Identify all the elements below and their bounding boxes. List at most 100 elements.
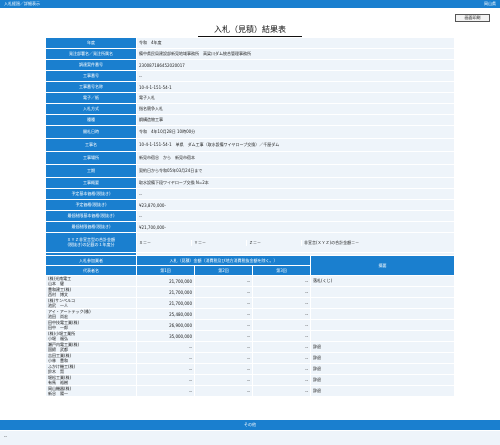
- info-row: 予定価格(税抜き) ¥23,870,000-: [45, 199, 455, 211]
- info-value: 令和 4年10月28日 10時00分: [136, 125, 455, 139]
- score-row: ＸＹＺ非宣言型の合計金額 (税抜き)の記載の１年度分 Ｘ＝－ Ｙ＝－ Ｚ＝－ 非…: [45, 232, 455, 253]
- bidder-row: (株)光南電工 山本 健 21,700,000 -- -- 落札(くじ): [45, 275, 456, 287]
- info-value: --: [136, 70, 455, 82]
- info-value: 10-4-1-151-54-1: [136, 81, 455, 93]
- bidder-row: 岡山機器(株) 新谷 陽一 -- -- -- 辞退: [45, 385, 456, 397]
- print-screen-button[interactable]: 画面印刷: [455, 14, 490, 22]
- bid-round1: --: [136, 363, 195, 375]
- bidder-name: (株)光南電工 山本 健: [45, 275, 137, 287]
- bid-round3: --: [251, 374, 312, 386]
- bid-round3: --: [251, 330, 312, 342]
- info-row: 工期 契約日から令和05年03月24日まで: [45, 164, 455, 178]
- round1-header: 第1回: [136, 265, 195, 276]
- info-label: 工事名: [45, 138, 137, 152]
- info-label: 工期: [45, 164, 137, 178]
- other-value: --: [0, 431, 500, 445]
- bid-round3: --: [251, 363, 312, 375]
- info-label: 最低制限基本価格(税抜き): [45, 210, 137, 222]
- bidder-name: 岡山機器(株) 新谷 陽一: [45, 385, 137, 397]
- score-y: Ｙ＝－: [191, 239, 246, 246]
- info-value: 新見市宿谷 から 新見市宿本: [136, 151, 455, 165]
- bidder-row: 堀松工業(株) 有馬 裕樹 -- -- -- 辞退: [45, 374, 456, 386]
- round3-header: 第3回: [251, 265, 312, 276]
- info-value: 指名競争入札: [136, 103, 455, 115]
- info-row: 工事番号 --: [45, 70, 455, 82]
- bid-round1: --: [136, 352, 195, 364]
- info-row: 入札方式 指名競争入札: [45, 103, 455, 115]
- info-value: 取水設備下段ワイヤロープ交換 N=2本: [136, 177, 455, 189]
- bid-round1: --: [136, 385, 195, 397]
- bidder-row: アイ・アートテック(株) 池田 尚宏 25,480,000 -- --: [45, 308, 456, 320]
- bidders-group-header: 入札参加業者: [45, 255, 137, 266]
- bid-note: [310, 308, 456, 320]
- bidders-table: 入札参加業者 入札（見積）金額（消費税及び地方消費税抜金額を除く。） 摘要 代表…: [45, 255, 456, 397]
- bidder-name: アイ・アートテック(株) 池田 尚宏: [45, 308, 137, 320]
- bid-round2: --: [194, 319, 253, 331]
- bidder-row: 吉田工業(株) 小林 豊和 -- -- -- 辞退: [45, 352, 456, 364]
- bid-info-table: 年度 令和 4年度 発注部署名／発注所属名 備中県民局建設部新見地域事務所 高梁川ダム…: [45, 37, 455, 264]
- info-row: 予定基本価格(税抜き) --: [45, 188, 455, 200]
- bid-round1: 21,700,000: [136, 286, 195, 298]
- bidder-name: (株)サンペルコ 池尻 一人: [45, 297, 137, 309]
- bid-round2: --: [194, 286, 253, 298]
- bid-note: 辞退: [310, 352, 456, 364]
- amount-group-header: 入札（見積）金額（消費税及び地方消費税抜金額を除く。）: [135, 255, 312, 266]
- bidder-row: (株)小堀工業所 小堀 福弘 35,000,000 -- --: [45, 330, 456, 342]
- bid-round3: --: [251, 319, 312, 331]
- bid-round1: --: [136, 374, 195, 386]
- score-values: Ｘ＝－ Ｙ＝－ Ｚ＝－ 非宣言(ＸＹＺ)の合計金額＝－: [136, 232, 455, 253]
- info-row: 最低制限基本価格(税抜き) --: [45, 210, 455, 222]
- info-row: 開札日時 令和 4年10月28日 10時00分: [45, 125, 455, 139]
- bid-round2: --: [194, 341, 253, 353]
- score-x: Ｘ＝－: [139, 239, 151, 245]
- info-label: 予定価格(税抜き): [45, 199, 137, 211]
- info-value: 令和 4年度: [136, 37, 455, 49]
- round2-header: 第2回: [194, 265, 253, 276]
- info-label: 年度: [45, 37, 137, 49]
- bidder-name: 堀松工業(株) 有馬 裕樹: [45, 374, 137, 386]
- bidders-header-row-1: 入札参加業者 入札（見積）金額（消費税及び地方消費税抜金額を除く。） 摘要: [45, 255, 456, 276]
- bid-note: 落札(くじ): [310, 275, 456, 287]
- info-label: 最低制限価格(税抜き): [45, 221, 137, 233]
- info-value: --: [136, 188, 455, 200]
- info-label: 入札方式: [45, 103, 137, 115]
- bidder-name: 豊和建工(株) 西村 博文: [45, 286, 137, 298]
- bid-round2: --: [194, 363, 253, 375]
- bid-round2: --: [194, 275, 253, 287]
- bid-round1: --: [136, 341, 195, 353]
- info-row: 発注部署名／発注所属名 備中県民局建設部新見地域事務所 高梁川ダム統合管理事務所: [45, 48, 455, 60]
- bid-round2: --: [194, 330, 253, 342]
- bid-round2: --: [194, 352, 253, 364]
- info-row: 調達案件番号 230087186452020017: [45, 59, 455, 71]
- bid-round3: --: [251, 286, 312, 298]
- bid-round3: --: [251, 341, 312, 353]
- info-label: 発注部署名／発注所属名: [45, 48, 137, 60]
- info-value: 契約日から令和05年03月24日まで: [136, 164, 455, 178]
- bid-round3: --: [251, 352, 312, 364]
- bid-round1: 21,700,000: [136, 297, 195, 309]
- prefecture-label: 岡山県: [484, 1, 496, 6]
- bid-note: 辞退: [310, 341, 456, 353]
- info-label: 工事番号: [45, 70, 137, 82]
- bid-round2: --: [194, 308, 253, 320]
- note-header: 摘要: [310, 255, 456, 276]
- info-label: 工事概要: [45, 177, 137, 189]
- bid-note: 辞退: [310, 385, 456, 397]
- info-row: 種種 鋼構造物工事: [45, 114, 455, 126]
- bid-round2: --: [194, 297, 253, 309]
- bid-round1: 26,900,000: [136, 319, 195, 331]
- bidder-row: 田中技電工業(株) 田中 一郎 26,900,000 -- --: [45, 319, 456, 331]
- info-label: 工事番号名称: [45, 81, 137, 93]
- bidder-name: 吉田工業(株) 小林 豊和: [45, 352, 137, 364]
- bid-note: 辞退: [310, 363, 456, 375]
- bid-round1: 35,000,000: [136, 330, 195, 342]
- info-label: 工事場所: [45, 151, 137, 165]
- info-label: 予定基本価格(税抜き): [45, 188, 137, 200]
- bidder-name: 田中技電工業(株) 田中 一郎: [45, 319, 137, 331]
- info-label: 開札日時: [45, 125, 137, 139]
- info-row: 工事場所 新見市宿谷 から 新見市宿本: [45, 151, 455, 165]
- bid-round1: 25,480,000: [136, 308, 195, 320]
- page-title: 入札（見積）結果表: [214, 25, 286, 34]
- bidder-row: 瀬戸内電工業(株) 国締 武都 -- -- -- 辞退: [45, 341, 456, 353]
- info-label: 調達案件番号: [45, 59, 137, 71]
